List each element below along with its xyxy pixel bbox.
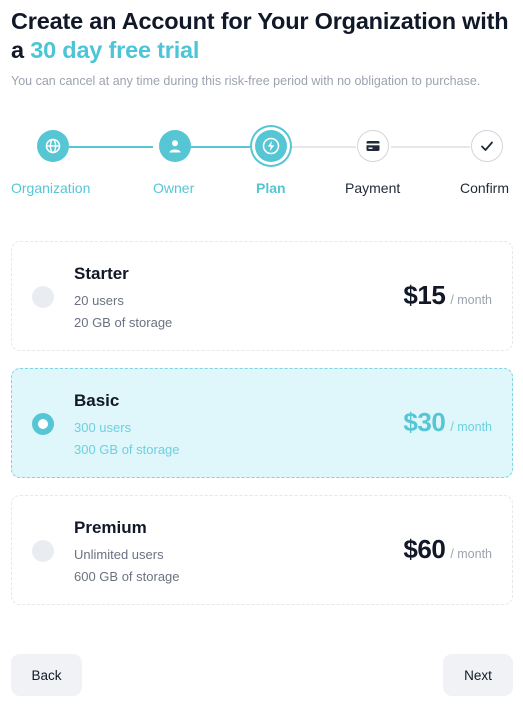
plan-radio[interactable] xyxy=(32,413,54,435)
price-amount: $30 xyxy=(403,407,446,437)
price-unit: / month xyxy=(450,420,492,434)
price-amount: $15 xyxy=(403,280,446,310)
price-unit: / month xyxy=(450,547,492,561)
user-icon xyxy=(169,140,181,153)
step-confirm[interactable] xyxy=(471,130,503,162)
back-button[interactable]: Back xyxy=(11,654,82,696)
plan-price: $15 / month xyxy=(403,280,492,311)
plan-name: Basic xyxy=(74,391,120,410)
step-organization[interactable] xyxy=(37,130,69,162)
credit-card-icon xyxy=(366,141,380,151)
page-header: Create an Account for Your Organization … xyxy=(11,7,516,92)
step-connector xyxy=(191,146,250,148)
plan-price: $30 / month xyxy=(403,407,492,438)
price-amount: $60 xyxy=(403,534,446,564)
step-connector xyxy=(391,146,470,148)
step-payment[interactable] xyxy=(357,130,389,162)
step-owner[interactable] xyxy=(159,130,191,162)
price-unit: / month xyxy=(450,293,492,307)
plan-card-basic[interactable]: Basic 300 users 300 GB of storage $30 / … xyxy=(11,368,513,478)
stepper: Organization Owner Plan Payment Confirm xyxy=(0,130,523,200)
step-connector xyxy=(291,146,356,148)
step-label-owner[interactable]: Owner xyxy=(153,180,194,197)
plan-storage: 20 GB of storage xyxy=(74,315,173,330)
plan-users: Unlimited users xyxy=(74,547,164,562)
step-plan[interactable] xyxy=(255,130,287,162)
globe-icon xyxy=(45,138,61,154)
plan-users: 300 users xyxy=(74,420,132,435)
plan-storage: 300 GB of storage xyxy=(74,442,180,457)
step-label-payment[interactable]: Payment xyxy=(345,180,400,197)
next-button[interactable]: Next xyxy=(443,654,513,696)
check-icon xyxy=(481,141,493,151)
plan-card-starter[interactable]: Starter 20 users 20 GB of storage $15 / … xyxy=(11,241,513,351)
title-accent: 30 day free trial xyxy=(30,37,200,63)
step-label-confirm[interactable]: Confirm xyxy=(460,180,509,197)
plan-radio[interactable] xyxy=(32,286,54,308)
page-title: Create an Account for Your Organization … xyxy=(11,7,516,65)
plan-card-premium[interactable]: Premium Unlimited users 600 GB of storag… xyxy=(11,495,513,605)
plan-name: Starter xyxy=(74,264,129,283)
plan-users: 20 users xyxy=(74,293,124,308)
plan-price: $60 / month xyxy=(403,534,492,565)
lightning-icon xyxy=(262,137,280,155)
step-label-plan[interactable]: Plan xyxy=(256,180,286,197)
plan-name: Premium xyxy=(74,518,147,537)
plan-radio[interactable] xyxy=(32,540,54,562)
page-subtitle: You can cancel at any time during this r… xyxy=(11,74,481,88)
step-connector xyxy=(69,146,153,148)
plan-storage: 600 GB of storage xyxy=(74,569,180,584)
step-label-organization[interactable]: Organization xyxy=(11,180,90,197)
